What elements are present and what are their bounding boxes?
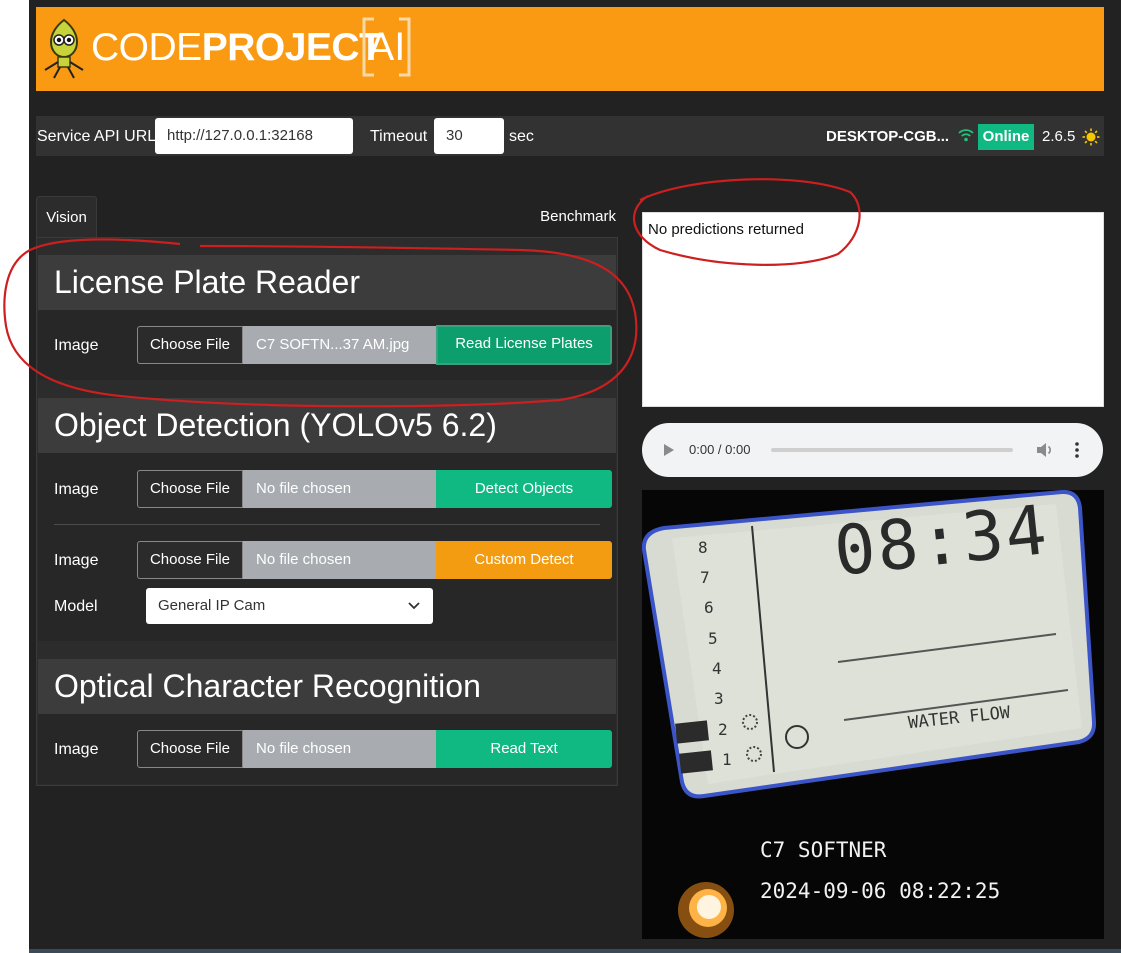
scale-3: 3: [714, 689, 724, 708]
play-icon[interactable]: [663, 443, 675, 457]
scale-8: 8: [698, 538, 708, 557]
status-badge: Online: [978, 124, 1034, 150]
volume-icon[interactable]: [1036, 442, 1054, 458]
scale-7: 7: [700, 568, 710, 587]
lpr-choose-file-button[interactable]: Choose File: [137, 326, 243, 364]
custom-detect-button[interactable]: Custom Detect: [436, 541, 612, 579]
scale-6: 6: [704, 598, 714, 617]
api-url-label: Service API URL: [37, 128, 157, 145]
read-license-plates-button[interactable]: Read License Plates: [436, 325, 612, 365]
timeout-unit: sec: [509, 128, 534, 145]
app-bottom-strip: [29, 949, 1121, 953]
scale-1: 1: [722, 750, 732, 769]
ocr-file-name: No file chosen: [243, 730, 437, 768]
brand-wordmark: CODEPROJECT: [91, 26, 383, 70]
camera-overlay-datetime: 2024-09-06 08:22:25: [760, 879, 1001, 903]
custom-image-label: Image: [54, 552, 99, 569]
results-box: No predictions returned: [642, 212, 1104, 407]
results-text: No predictions returned: [648, 221, 804, 238]
scale-5: 5: [708, 629, 718, 648]
brand-wordmark-light: CODE: [91, 26, 202, 69]
ocr-choose-file-button[interactable]: Choose File: [137, 730, 243, 768]
lpr-file-name: C7 SOFTN...37 AM.jpg: [243, 326, 437, 364]
custom-file-name: No file chosen: [243, 541, 437, 579]
objdet-title: Object Detection (YOLOv5 6.2): [38, 398, 616, 453]
scale-2: 2: [718, 720, 728, 739]
read-text-button[interactable]: Read Text: [436, 730, 612, 768]
api-url-input[interactable]: http://127.0.0.1:32168: [155, 118, 353, 154]
display-scale: 8 7 6 5 4 3 2 1: [692, 534, 732, 774]
objdet-file-name: No file chosen: [243, 470, 437, 508]
brand-wordmark-bold: PROJECT: [201, 26, 383, 69]
brand-ai-text: AI: [367, 25, 406, 69]
image-preview: 08:34 8 7 6 5 4 3 2 1 WATER FLOW C7 SOFT…: [642, 490, 1104, 939]
objdet-image-label: Image: [54, 481, 99, 498]
mascot-logo-icon: [44, 18, 84, 79]
objdet-divider: [54, 524, 600, 525]
ocr-image-label: Image: [54, 741, 99, 758]
model-select[interactable]: General IP Cam: [146, 588, 433, 624]
wifi-icon: [958, 129, 974, 142]
chevron-down-icon: [408, 602, 420, 610]
model-label: Model: [54, 598, 98, 615]
sun-icon[interactable]: [1082, 128, 1100, 146]
audio-seek-bar[interactable]: [771, 448, 1013, 452]
server-version: 2.6.5: [1042, 128, 1076, 145]
server-hostname: DESKTOP-CGB...: [826, 128, 950, 145]
scale-4: 4: [712, 659, 722, 678]
lpr-title: License Plate Reader: [38, 255, 616, 310]
more-options-icon[interactable]: [1073, 441, 1081, 459]
timeout-label: Timeout: [370, 128, 428, 145]
tab-benchmark[interactable]: Benchmark: [520, 207, 616, 227]
lpr-image-label: Image: [54, 337, 99, 354]
audio-time: 0:00 / 0:00: [689, 442, 751, 457]
brand-ai-mark: AI: [362, 17, 411, 77]
custom-choose-file-button[interactable]: Choose File: [137, 541, 243, 579]
camera-overlay-name: C7 SOFTNER: [760, 838, 887, 862]
timeout-input[interactable]: 30: [434, 118, 504, 154]
detect-objects-button[interactable]: Detect Objects: [436, 470, 612, 508]
ocr-title: Optical Character Recognition: [38, 659, 616, 714]
objdet-choose-file-button[interactable]: Choose File: [137, 470, 243, 508]
tab-vision[interactable]: Vision: [36, 196, 97, 238]
